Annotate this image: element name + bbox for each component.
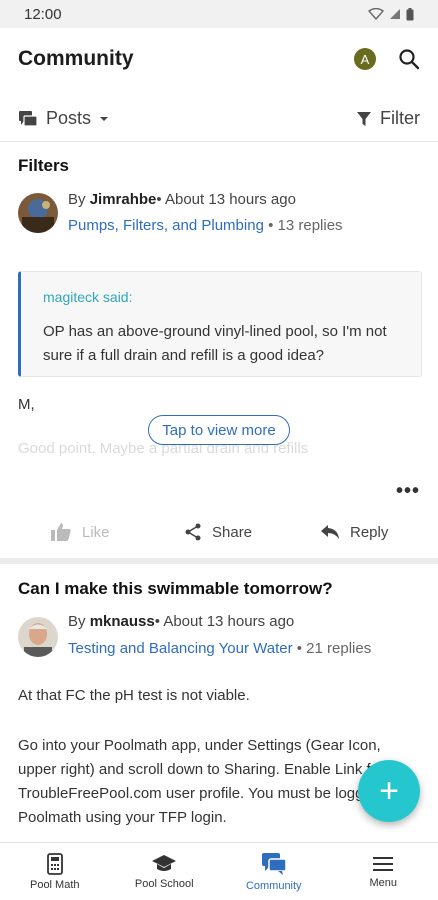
nav-item-menu[interactable]: Menu	[329, 843, 438, 900]
post-time: • About 13 hours ago	[154, 613, 295, 630]
user-avatar[interactable]: A	[354, 48, 376, 70]
post-title[interactable]: Can I make this swimmable tomorrow?	[18, 579, 333, 599]
app-actions: A	[354, 48, 420, 70]
like-label: Like	[82, 523, 110, 541]
quote-text: OP has an above-ground vinyl-lined pool,…	[43, 323, 387, 364]
post-time: • About 13 hours ago	[156, 191, 296, 208]
battery-icon	[406, 7, 414, 20]
nav-item-pool-school[interactable]: Pool School	[110, 843, 220, 900]
status-icons	[368, 7, 414, 21]
post-meta: By mknauss• About 13 hours ago	[68, 613, 294, 630]
posts-dropdown-label: Posts	[46, 108, 92, 128]
nav-label: Pool School	[134, 877, 194, 890]
chat-icon	[261, 852, 287, 875]
app-bar: Community A	[0, 28, 438, 90]
menu-icon	[373, 856, 394, 871]
thumbs-up-icon	[51, 523, 71, 541]
posts-dropdown[interactable]: Posts	[18, 108, 109, 129]
author-name[interactable]: Jimrahbe	[90, 191, 157, 208]
wifi-icon	[368, 8, 384, 20]
quote-block: magiteck said: OP has an above-ground vi…	[18, 271, 422, 377]
avatar[interactable]	[18, 617, 58, 657]
post-category-line: Pumps, Filters, and Plumbing • 13 replie…	[68, 217, 343, 234]
by-label: By	[68, 191, 86, 208]
filter-icon	[357, 111, 371, 126]
posts-icon	[19, 110, 38, 127]
reply-label: Reply	[350, 523, 389, 541]
nav-item-pool-math[interactable]: Pool Math	[0, 843, 110, 900]
nav-item-community[interactable]: Community	[219, 843, 329, 900]
avatar[interactable]	[18, 193, 58, 233]
by-label: By	[68, 613, 86, 630]
post-category-line: Testing and Balancing Your Water • 21 re…	[68, 640, 371, 657]
tap-to-view-more-button[interactable]: Tap to view more	[148, 415, 290, 445]
reply-icon	[321, 525, 339, 539]
author-name[interactable]: mknauss	[90, 613, 155, 630]
post-meta: By Jimrahbe• About 13 hours ago	[68, 191, 296, 208]
more-options-icon[interactable]: •••	[396, 480, 420, 503]
post-title[interactable]: Filters	[18, 156, 69, 176]
nav-label: Community	[245, 879, 302, 892]
post-body: At that FC the pH test is not viable.	[18, 687, 250, 704]
filter-button[interactable]: Filter	[356, 108, 420, 129]
status-bar: 12:00	[0, 0, 438, 28]
status-time: 12:00	[24, 5, 62, 23]
plus-icon: +	[379, 772, 399, 810]
share-label: Share	[212, 523, 253, 541]
filter-button-label: Filter	[380, 108, 420, 128]
page-title: Community	[18, 47, 134, 70]
quote-author[interactable]: magiteck said:	[43, 289, 132, 305]
new-post-button[interactable]: +	[358, 760, 420, 822]
reply-count: • 21 replies	[296, 640, 372, 657]
post-body: M,	[18, 396, 35, 413]
nav-label: Pool Math	[29, 878, 80, 891]
reply-count: • 13 replies	[268, 217, 343, 234]
share-icon	[185, 523, 201, 541]
category-link[interactable]: Testing and Balancing Your Water	[68, 640, 293, 657]
category-link[interactable]: Pumps, Filters, and Plumbing	[68, 217, 264, 234]
chevron-down-icon	[100, 116, 109, 121]
like-button[interactable]: Like	[50, 522, 110, 542]
share-button[interactable]: Share	[184, 523, 252, 541]
post-divider	[0, 558, 438, 564]
nav-label: Menu	[369, 876, 398, 889]
graduation-cap-icon	[152, 854, 177, 871]
calculator-icon	[46, 852, 63, 875]
bottom-nav: Pool Math Pool School Community Menu	[0, 842, 438, 900]
signal-icon	[390, 9, 400, 19]
sub-bar: Posts Filter	[0, 96, 438, 142]
search-icon[interactable]	[398, 48, 420, 70]
reply-button[interactable]: Reply	[320, 524, 388, 541]
post-actions: Like Share Reply	[0, 512, 438, 552]
